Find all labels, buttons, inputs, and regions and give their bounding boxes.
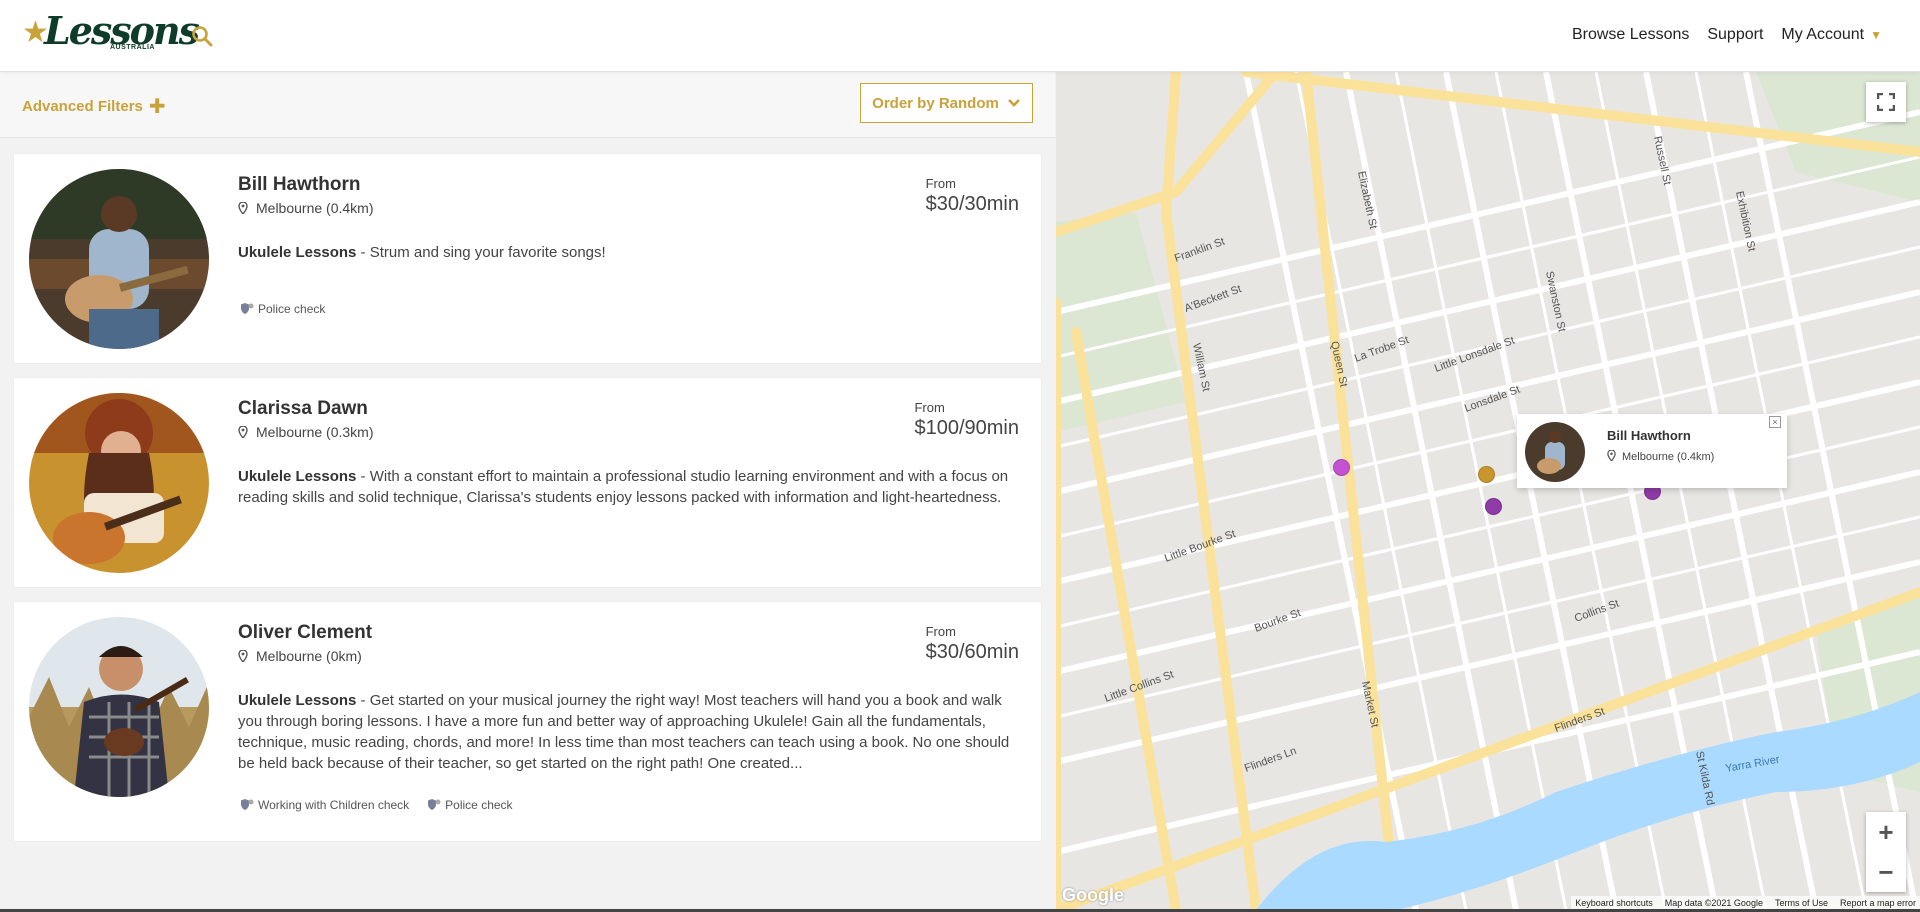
order-label: Order by Random [872,94,999,112]
badge-label: Police check [258,302,326,316]
price-from-label: From [925,624,956,639]
map-data-text: Map data ©2021 Google [1664,898,1763,908]
zoom-out-button[interactable]: − [1866,852,1906,892]
popup-location: Melbourne (0.4km) [1607,449,1715,463]
nav-my-account-label: My Account [1781,26,1865,43]
popup-avatar [1525,422,1585,482]
map-marker[interactable] [1485,498,1502,515]
teacher-price: From $30/60min [926,624,1019,664]
filter-bar: Advanced Filters ✚ Order by Random [0,72,1055,138]
map-pin-icon [238,202,248,214]
map-pin-icon [238,426,248,438]
police-check-badge: Police check [427,798,513,812]
shield-icon [241,799,254,810]
chevron-down-icon: ▼ [1870,28,1882,42]
plus-icon: ✚ [148,96,166,118]
teacher-photo[interactable] [29,617,209,797]
price-amount: $30/30min [925,193,1019,215]
shield-icon [241,303,254,314]
map-info-popup[interactable]: Bill Hawthorn Melbourne (0.4km) × [1517,414,1787,488]
price-from-label: From [914,400,945,415]
wwc-check-badge: Working with Children check [240,798,409,812]
order-dropdown[interactable]: Order by Random [860,83,1033,123]
teacher-photo[interactable] [29,169,209,349]
search-icon[interactable] [190,24,214,48]
close-icon[interactable]: × [1769,416,1781,428]
advanced-filters-label: Advanced Filters [22,98,143,115]
report-error-link[interactable]: Report a map error [1840,898,1916,908]
teacher-description: Ukulele Lessons - Get started on your mu… [238,690,1018,774]
map-marker[interactable] [1478,466,1495,483]
teacher-location-text: Melbourne (0km) [256,648,362,664]
lesson-type: Ukulele Lessons [238,468,357,485]
chevron-down-icon [1007,99,1020,107]
teacher-name[interactable]: Bill Hawthorn [238,174,360,196]
map-pin-icon [238,650,248,662]
nav-browse-lessons[interactable]: Browse Lessons [1572,26,1689,44]
lesson-type: Ukulele Lessons [238,244,357,261]
teacher-location: Melbourne (0km) [238,648,362,664]
teacher-card[interactable]: Bill Hawthorn Melbourne (0.4km) From $30… [14,154,1041,363]
teacher-description: Ukulele Lessons - Strum and sing your fa… [238,242,1018,263]
teacher-location: Melbourne (0.3km) [238,424,374,440]
price-amount: $30/60min [925,641,1019,663]
lesson-type: Ukulele Lessons [238,692,357,709]
teacher-photo[interactable] [29,393,209,573]
map-canvas[interactable]: Elizabeth St William St La Trobe St Lons… [1056,72,1920,910]
popup-location-text: Melbourne (0.4km) [1622,451,1715,463]
zoom-controls: + − [1866,812,1906,892]
teacher-name[interactable]: Oliver Clement [238,622,372,644]
popup-name[interactable]: Bill Hawthorn [1607,428,1691,443]
map-panel[interactable]: Elizabeth St William St La Trobe St Lons… [1056,72,1920,910]
teacher-description: Ukulele Lessons - With a constant effort… [238,466,1018,508]
map-pin-icon [1607,449,1616,462]
police-check-badge: Police check [240,302,325,316]
teacher-price: From $100/90min [914,400,1019,440]
terms-link[interactable]: Terms of Use [1775,898,1828,908]
price-from-label: From [925,176,956,191]
nav-support[interactable]: Support [1707,26,1763,44]
advanced-filters-button[interactable]: Advanced Filters ✚ [22,94,166,119]
fullscreen-button[interactable] [1866,82,1906,122]
shield-icon [428,799,441,810]
badges: Working with Children check Police check [240,798,513,812]
teacher-name[interactable]: Clarissa Dawn [238,398,368,420]
badge-label: Police check [445,798,513,812]
results-panel: Advanced Filters ✚ Order by Random Bill H… [0,72,1055,912]
map-marker[interactable] [1333,459,1350,476]
zoom-in-button[interactable]: + [1866,812,1906,852]
teacher-card[interactable]: Clarissa Dawn Melbourne (0.3km) From $10… [14,378,1041,587]
teacher-location: Melbourne (0.4km) [238,200,374,216]
fullscreen-icon [1877,93,1895,111]
main-nav: Browse Lessons Support My Account ▼ [1572,26,1882,44]
teacher-location-text: Melbourne (0.4km) [256,200,374,216]
description-text: - Strum and sing your favorite songs! [356,244,606,261]
keyboard-shortcuts-link[interactable]: Keyboard shortcuts [1575,898,1653,908]
badge-label: Working with Children check [258,798,410,812]
google-logo: Google [1062,885,1124,905]
nav-my-account[interactable]: My Account ▼ [1781,26,1882,44]
top-header: ★ Lessons AUSTRALIA Browse Lessons Suppo… [0,0,1920,72]
map-attribution: Keyboard shortcuts Map data ©2021 Google… [1571,896,1920,910]
teacher-card[interactable]: Oliver Clement Melbourne (0km) From $30/… [14,602,1041,841]
badges: Police check [240,302,325,316]
site-logo[interactable]: ★ Lessons AUSTRALIA [22,8,200,56]
teacher-location-text: Melbourne (0.3km) [256,424,374,440]
price-amount: $100/90min [914,417,1019,439]
teacher-price: From $30/30min [926,176,1019,216]
logo-subtitle: AUSTRALIA [110,44,155,51]
